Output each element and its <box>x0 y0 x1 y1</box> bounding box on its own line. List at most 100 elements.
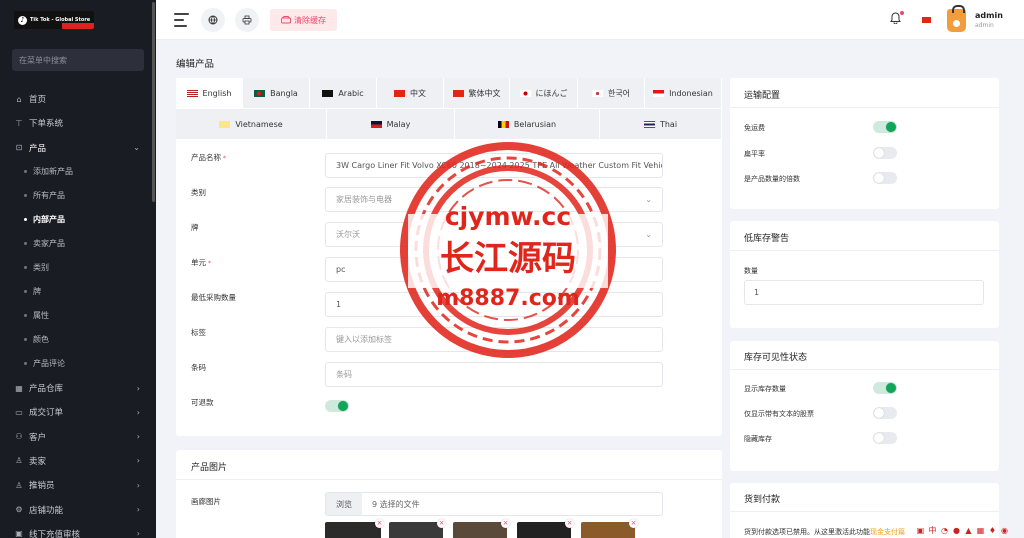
sidebar-item[interactable]: ⊡ 产品 ⌄ <box>0 136 156 160</box>
sidebar-item[interactable]: 产品评论 <box>0 352 156 376</box>
seller-icon: ♙ <box>15 456 23 466</box>
tags-input[interactable]: 键入以添加标签 <box>325 327 663 352</box>
tab-language[interactable]: にほんご <box>510 78 578 109</box>
text-only-label: 仅显示带有文本的股票 <box>744 410 814 418</box>
sidebar-item[interactable]: ⌂ 首页 <box>0 87 156 111</box>
sidebar-item[interactable]: ♙ 卖家 › <box>0 449 156 473</box>
min-qty-input[interactable]: 1 <box>325 292 663 317</box>
tab-language[interactable]: 中文 <box>377 78 444 109</box>
bullet-icon <box>24 218 27 222</box>
tray-icon[interactable]: ♦ <box>988 526 997 536</box>
sidebar-item[interactable]: ⚙ 店铺功能 › <box>0 497 156 521</box>
sidebar-item-label: 添加新产品 <box>33 167 73 177</box>
bullet-icon <box>24 242 27 246</box>
tab-language[interactable]: 繁体中文 <box>444 78 510 109</box>
sidebar-item-label: 线下充值审核 <box>29 529 81 538</box>
tray-icon[interactable]: 中 <box>928 526 937 536</box>
clear-cache-button[interactable]: 清除缓存 <box>270 9 337 31</box>
close-icon[interactable]: × <box>629 519 638 528</box>
text-only-toggle[interactable] <box>873 407 897 419</box>
printer-icon[interactable] <box>235 8 259 32</box>
sidebar-item[interactable]: 所有产品 <box>0 184 156 208</box>
tab-language[interactable]: Belarusian <box>455 109 600 140</box>
refundable-toggle[interactable] <box>325 400 349 412</box>
language-tabs-row-2: Vietnamese Malay Belarusian Thai <box>176 109 722 140</box>
gallery-thumbnail[interactable]: × <box>389 519 446 538</box>
gallery-thumbnail[interactable]: × <box>453 519 510 538</box>
tray-icon[interactable]: ◉ <box>1000 526 1009 536</box>
menu-toggle-icon[interactable] <box>174 13 189 27</box>
sidebar-item-label: 内部产品 <box>33 215 65 225</box>
category-label: 类别 <box>191 188 206 197</box>
bell-icon[interactable] <box>890 12 901 27</box>
gallery-file-input[interactable]: 浏览 9 选择的文件 <box>325 492 663 516</box>
brand-select[interactable]: 沃尔沃 ⌄ <box>325 222 663 247</box>
qty-multiply-toggle[interactable] <box>873 172 897 184</box>
sidebar-item[interactable]: 卖家产品 <box>0 232 156 256</box>
hdd-icon <box>281 16 291 24</box>
sidebar-item[interactable]: 类别 <box>0 256 156 280</box>
tab-language-label: Belarusian <box>513 119 557 129</box>
show-qty-label: 显示库存数量 <box>744 385 786 393</box>
sidebar-item-label: 产品仓库 <box>29 384 64 395</box>
tab-language[interactable]: 한국어 <box>578 78 645 109</box>
china-flag-icon[interactable] <box>922 17 931 23</box>
tab-language[interactable]: Vietnamese <box>176 109 327 140</box>
product-name-input[interactable]: 3W Cargo Liner Fit Volvo XC60 2018~2024 … <box>325 153 663 178</box>
unit-input[interactable]: pc <box>325 257 663 282</box>
flag-icon <box>254 89 266 97</box>
tray-icon[interactable]: ◔ <box>940 526 949 536</box>
sidebar-item[interactable]: ♙ 推销员 › <box>0 473 156 497</box>
sidebar-item[interactable]: 颜色 <box>0 328 156 352</box>
sidebar-item[interactable]: ⚇ 客户 › <box>0 424 156 448</box>
sidebar-item-label: 下单系统 <box>29 119 64 130</box>
show-qty-toggle[interactable] <box>873 382 897 394</box>
min-qty-label: 最低采购数量 <box>191 293 236 302</box>
tab-language[interactable]: Indonesian <box>645 78 722 109</box>
close-icon[interactable]: × <box>375 519 384 528</box>
close-icon[interactable]: × <box>501 519 510 528</box>
browse-button[interactable]: 浏览 <box>326 493 362 515</box>
tab-language-label: にほんご <box>535 88 568 98</box>
category-select[interactable]: 家居装饰与电器 ⌄ <box>325 187 663 212</box>
sidebar-scrollbar[interactable] <box>152 2 155 202</box>
bullet-icon <box>24 314 27 318</box>
tab-language-label: 繁体中文 <box>468 88 501 98</box>
tab-language-label: Indonesian <box>669 88 713 98</box>
sidebar-item[interactable]: ▭ 成交订单 › <box>0 400 156 424</box>
tray-icon[interactable]: ▦ <box>976 526 985 536</box>
tray-icon[interactable]: ● <box>952 526 961 536</box>
cod-link[interactable]: 现金支付篇 <box>870 528 905 536</box>
menu-search-input[interactable]: 在菜单中搜索 <box>12 49 144 71</box>
close-icon[interactable]: × <box>437 519 446 528</box>
recharge-icon: ▣ <box>15 529 23 538</box>
close-icon[interactable]: × <box>565 519 574 528</box>
tab-language[interactable]: Malay <box>327 109 455 140</box>
gallery-thumbnail[interactable]: × <box>517 519 574 538</box>
cod-note-text: 货到付款选项已禁用。从这里激活此功能 <box>744 528 870 536</box>
tray-icon[interactable]: ▣ <box>916 526 925 536</box>
tab-language[interactable]: Arabic <box>310 78 377 109</box>
low-stock-qty-input[interactable]: 1 <box>744 280 984 305</box>
sidebar-item[interactable]: 属性 <box>0 304 156 328</box>
user-name[interactable]: admin <box>975 11 1003 20</box>
hide-stock-toggle[interactable] <box>873 432 897 444</box>
sidebar-item[interactable]: ▦ 产品仓库 › <box>0 376 156 400</box>
tab-language[interactable]: Bangla <box>243 78 310 109</box>
free-shipping-toggle[interactable] <box>873 121 897 133</box>
sidebar-item[interactable]: 添加新产品 <box>0 160 156 184</box>
tray-icon[interactable]: ▲ <box>964 526 973 536</box>
gallery-thumbnail[interactable]: × <box>325 519 384 538</box>
sidebar-item[interactable]: 牌 <box>0 280 156 304</box>
tab-language[interactable]: English <box>176 78 243 109</box>
brand-logo[interactable]: ♪ Tik Tok - Global Store <box>14 11 94 29</box>
sidebar-item[interactable]: ▣ 线下充值审核 › <box>0 522 156 538</box>
user-avatar[interactable] <box>947 5 966 32</box>
globe-icon[interactable] <box>201 8 225 32</box>
gallery-thumbnail[interactable]: × <box>581 519 638 538</box>
tab-language[interactable]: Thai <box>600 109 722 140</box>
sidebar-item[interactable]: ⊤ 下单系统 <box>0 111 156 135</box>
flat-rate-toggle[interactable] <box>873 147 897 159</box>
sidebar-item[interactable]: 内部产品 <box>0 208 156 232</box>
barcode-input[interactable]: 条码 <box>325 362 663 387</box>
